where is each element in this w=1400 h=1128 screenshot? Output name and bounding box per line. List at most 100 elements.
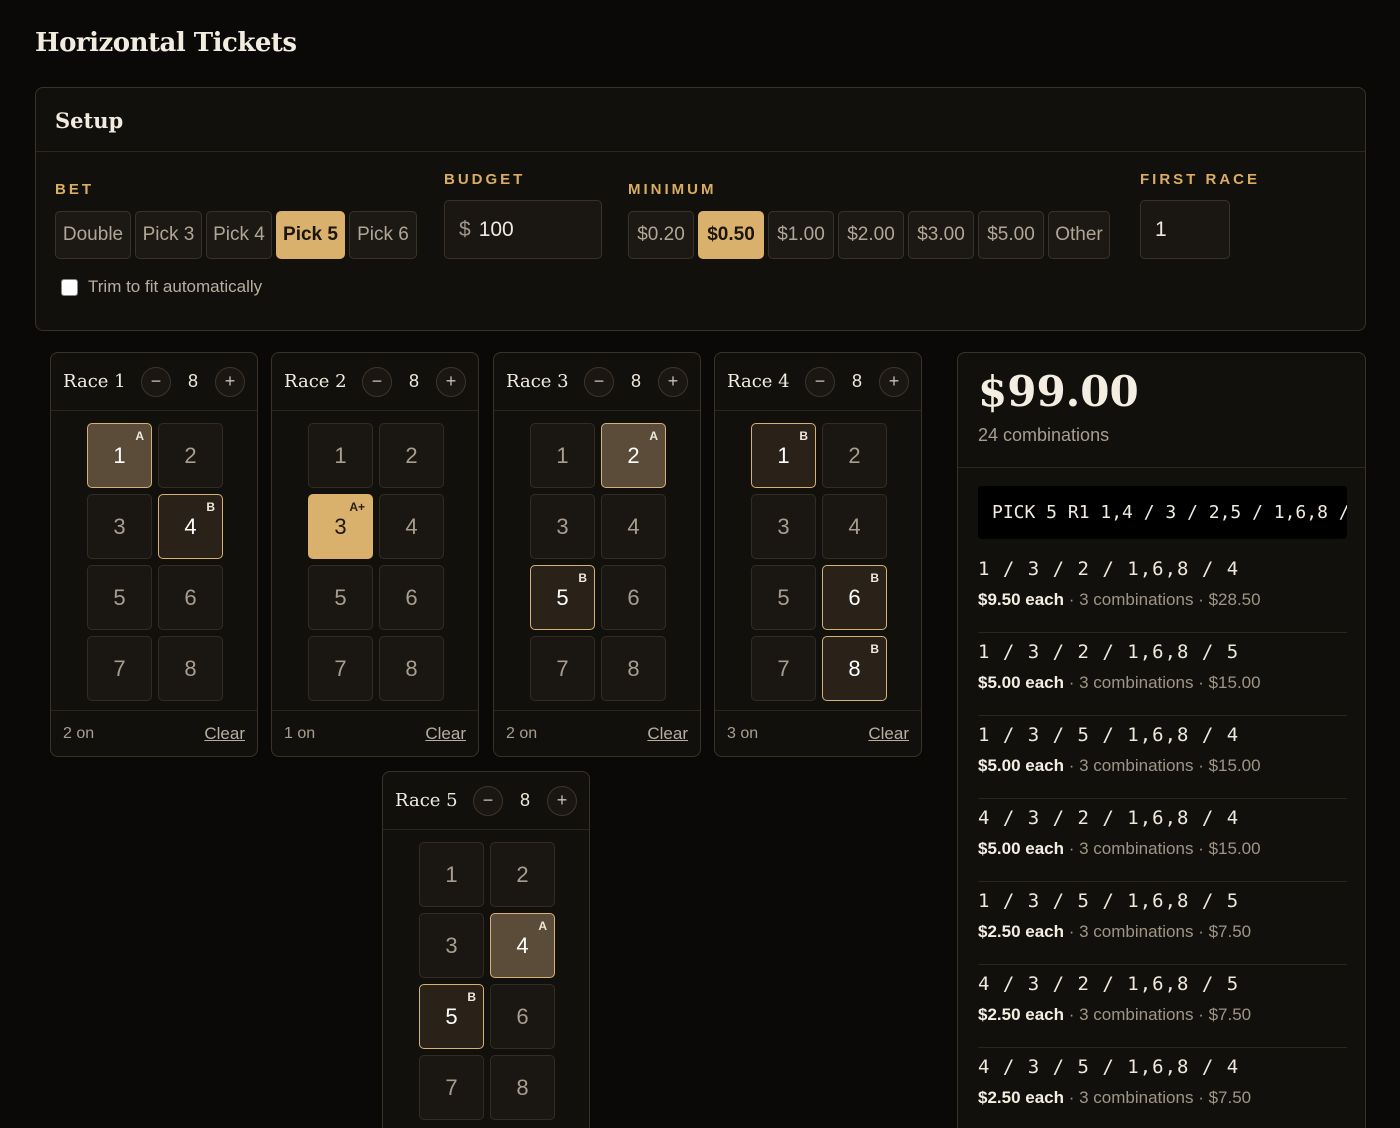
runner-button[interactable]: 7 (308, 636, 373, 701)
clear-button[interactable]: Clear (647, 724, 688, 744)
runner-button[interactable]: 8 (601, 636, 666, 701)
runner-button[interactable]: 4A (490, 913, 555, 978)
runner-grid: 1 2 3 A+ 4 5 6 7 8 (308, 423, 444, 701)
runner-button[interactable]: 8 (379, 636, 444, 701)
bet-option-pick-5[interactable]: Pick 5 (276, 211, 345, 259)
runner-button[interactable]: 2 (822, 423, 887, 488)
ticket-row[interactable]: 1 / 3 / 2 / 1,6,8 / 5 $5.00 each · 3 comb… (978, 633, 1347, 716)
minus-icon[interactable]: − (362, 366, 392, 397)
budget-prefix: $ (459, 217, 471, 241)
runner-button[interactable]: 6 (379, 565, 444, 630)
runner-button[interactable]: 3 (751, 494, 816, 559)
minimum-option[interactable]: $1.00 (768, 211, 834, 259)
runner-button[interactable]: 2 (490, 842, 555, 907)
runner-button[interactable]: 1 (308, 423, 373, 488)
minimum-label: MINIMUM (628, 181, 717, 198)
clear-button[interactable]: Clear (425, 724, 466, 744)
ticket-row[interactable]: 4 / 3 / 2 / 1,6,8 / 4 $5.00 each · 3 comb… (978, 799, 1347, 882)
minimum-selector: $0.20 $0.50 $1.00 $2.00 $3.00 $5.00 Other (628, 211, 1110, 259)
ticket-detail: · 3 combinations · $15.00 (1064, 673, 1261, 692)
runner-button[interactable]: 5 (308, 565, 373, 630)
race-header: Race 2−8 + (272, 353, 478, 411)
ticket-string[interactable]: PICK 5 R1 1,4 / 3 / 2,5 / 1,6,8 / 4,5 (978, 486, 1347, 539)
minus-icon[interactable]: − (473, 785, 503, 816)
runner-button[interactable]: 4 (379, 494, 444, 559)
plus-icon[interactable]: + (879, 366, 909, 397)
selected-count: 3 on (727, 724, 759, 742)
ticket-unit-cost: $2.50 each (978, 1088, 1065, 1107)
runner-button[interactable]: 5 (751, 565, 816, 630)
runner-button[interactable]: 4B (158, 494, 223, 559)
runner-button[interactable]: 2 (379, 423, 444, 488)
bet-option-pick-6[interactable]: Pick 6 (349, 211, 417, 259)
runner-button[interactable]: 6 (158, 565, 223, 630)
trim-option[interactable]: Trim to fit automatically (61, 277, 262, 297)
ticket-meta: $5.00 each · 3 combinations · $15.00 (978, 673, 1347, 693)
runner-button[interactable]: 8B (822, 636, 887, 701)
plus-icon[interactable]: + (547, 785, 577, 816)
runner-button[interactable]: 7 (419, 1055, 484, 1120)
runner-button[interactable]: 4 (822, 494, 887, 559)
ticket-combination: 4 / 3 / 2 / 1,6,8 / 5 (978, 973, 1240, 995)
runner-button[interactable]: 1 (419, 842, 484, 907)
runner-button[interactable]: 3 A+ (308, 494, 373, 559)
runner-button[interactable]: 5 (87, 565, 152, 630)
runner-button[interactable]: 6 (601, 565, 666, 630)
minus-icon[interactable]: − (805, 366, 835, 397)
ticket-row[interactable]: 1 / 3 / 2 / 1,6,8 / 4 $9.50 each · 3 comb… (978, 550, 1347, 633)
ticket-row[interactable]: 4 / 3 / 2 / 1,6,8 / 5 $2.50 each · 3 comb… (978, 965, 1347, 1048)
runner-button[interactable]: 1B (751, 423, 816, 488)
ticket-row[interactable]: 1 / 3 / 5 / 1,6,8 / 4 $5.00 each · 3 comb… (978, 716, 1347, 799)
total-combinations: 24 combinations (978, 425, 1110, 446)
plus-icon[interactable]: + (436, 366, 466, 397)
clear-button[interactable]: Clear (868, 724, 909, 744)
runner-button[interactable]: 5B (530, 565, 595, 630)
ticket-detail: · 3 combinations · $7.50 (1064, 1088, 1252, 1107)
runner-button[interactable]: 2A (601, 423, 666, 488)
ticket-unit-cost: $9.50 each (978, 590, 1065, 609)
clear-button[interactable]: Clear (204, 724, 245, 744)
ticket-row[interactable]: 4 / 3 / 5 / 1,6,8 / 4 $2.50 each · 3 comb… (978, 1048, 1347, 1128)
runner-button[interactable]: 8 (158, 636, 223, 701)
ticket-row[interactable]: 1 / 3 / 5 / 1,6,8 / 5 $2.50 each · 3 comb… (978, 882, 1347, 965)
runner-button[interactable]: 7 (530, 636, 595, 701)
first-race-input[interactable]: 1 (1140, 200, 1230, 259)
runner-button[interactable]: 1A (87, 423, 152, 488)
bet-option-pick-4[interactable]: Pick 4 (206, 211, 272, 259)
ticket-unit-cost: $2.50 each (978, 922, 1065, 941)
minimum-option[interactable]: $3.00 (908, 211, 974, 259)
minus-icon[interactable]: − (584, 366, 614, 397)
runner-tier-badge: B (206, 500, 215, 514)
minimum-option[interactable]: Other (1048, 211, 1110, 259)
ticket-detail: · 3 combinations · $7.50 (1064, 1005, 1252, 1024)
race-card: Race 4−8 +1 B 2 3 4 5 6 B 7 8 B 3 on Clear (714, 352, 922, 757)
runner-grid: 1A234B5678 (87, 423, 223, 701)
selected-count: 2 on (506, 724, 538, 742)
trim-checkbox[interactable] (61, 278, 78, 296)
runner-button[interactable]: 3 (87, 494, 152, 559)
minimum-option[interactable]: $2.00 (838, 211, 904, 259)
bet-option-double[interactable]: Double (55, 211, 131, 259)
race-title: Race 5 (395, 790, 458, 811)
budget-input[interactable]: $ 100 (444, 200, 602, 259)
minimum-option[interactable]: $0.20 (628, 211, 694, 259)
runner-button[interactable]: 1 (530, 423, 595, 488)
runner-button[interactable]: 7 (751, 636, 816, 701)
runner-button[interactable]: 3 (419, 913, 484, 978)
runner-button[interactable]: 2 (158, 423, 223, 488)
minimum-option[interactable]: $5.00 (978, 211, 1044, 259)
plus-icon[interactable]: + (658, 366, 688, 397)
runner-tier-badge: A (135, 429, 144, 443)
runner-button[interactable]: 8 (490, 1055, 555, 1120)
minus-icon[interactable]: − (141, 366, 171, 397)
runner-button[interactable]: 6 (490, 984, 555, 1049)
plus-icon[interactable]: + (215, 366, 245, 397)
runner-button[interactable]: 7 (87, 636, 152, 701)
bet-option-pick-3[interactable]: Pick 3 (135, 211, 202, 259)
runner-button[interactable]: 6B (822, 565, 887, 630)
runner-button[interactable]: 5B (419, 984, 484, 1049)
runner-button[interactable]: 4 (601, 494, 666, 559)
runner-grid: 1234A5B678 (419, 842, 555, 1120)
minimum-option[interactable]: $0.50 (698, 211, 764, 259)
runner-button[interactable]: 3 (530, 494, 595, 559)
